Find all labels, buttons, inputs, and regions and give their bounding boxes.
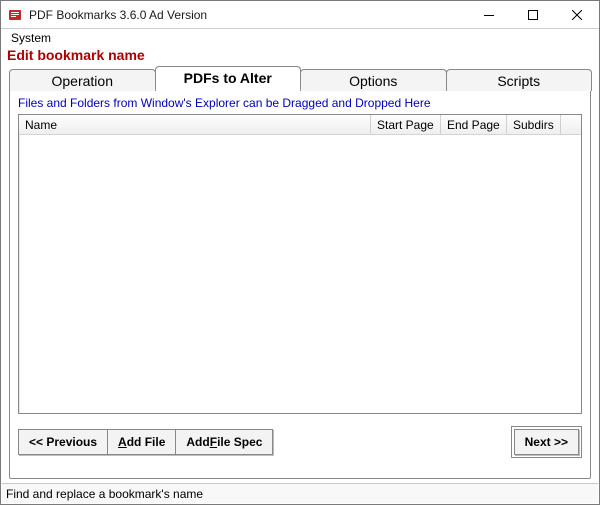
tab-operation[interactable]: Operation bbox=[9, 69, 156, 91]
listview-body[interactable] bbox=[19, 135, 581, 413]
drag-hint: Files and Folders from Window's Explorer… bbox=[18, 96, 582, 110]
col-start-page[interactable]: Start Page bbox=[371, 115, 441, 134]
button-row: << Previous Add File Add File Spec Next … bbox=[18, 426, 582, 458]
edit-bookmark-label: Edit bookmark name bbox=[1, 47, 599, 65]
window-title: PDF Bookmarks 3.6.0 Ad Version bbox=[29, 8, 467, 22]
tab-area: Operation PDFs to Alter Options Scripts … bbox=[9, 65, 591, 479]
window-controls bbox=[467, 1, 599, 28]
tab-scripts[interactable]: Scripts bbox=[446, 69, 593, 91]
close-button[interactable] bbox=[555, 1, 599, 28]
menu-system[interactable]: System bbox=[5, 30, 57, 46]
col-subdirs[interactable]: Subdirs bbox=[507, 115, 561, 134]
col-end-page[interactable]: End Page bbox=[441, 115, 507, 134]
tab-panel: Files and Folders from Window's Explorer… bbox=[9, 89, 591, 479]
titlebar: PDF Bookmarks 3.6.0 Ad Version bbox=[1, 1, 599, 29]
previous-button[interactable]: << Previous bbox=[18, 429, 108, 455]
app-icon bbox=[7, 7, 23, 23]
status-text: Find and replace a bookmark's name bbox=[6, 487, 203, 501]
tab-options[interactable]: Options bbox=[300, 69, 447, 91]
next-button[interactable]: Next >> bbox=[514, 429, 579, 455]
add-file-button[interactable]: Add File bbox=[107, 429, 176, 455]
tab-row: Operation PDFs to Alter Options Scripts bbox=[9, 65, 591, 89]
menubar: System bbox=[1, 29, 599, 47]
statusbar: Find and replace a bookmark's name bbox=[2, 483, 598, 503]
listview-header: Name Start Page End Page Subdirs bbox=[19, 115, 581, 135]
col-tail bbox=[561, 115, 581, 134]
tab-pdfs-to-alter[interactable]: PDFs to Alter bbox=[155, 66, 302, 90]
col-name[interactable]: Name bbox=[19, 115, 371, 134]
minimize-button[interactable] bbox=[467, 1, 511, 28]
file-listview[interactable]: Name Start Page End Page Subdirs bbox=[18, 114, 582, 414]
maximize-button[interactable] bbox=[511, 1, 555, 28]
next-button-frame: Next >> bbox=[511, 426, 582, 458]
add-file-spec-button[interactable]: Add File Spec bbox=[175, 429, 273, 455]
